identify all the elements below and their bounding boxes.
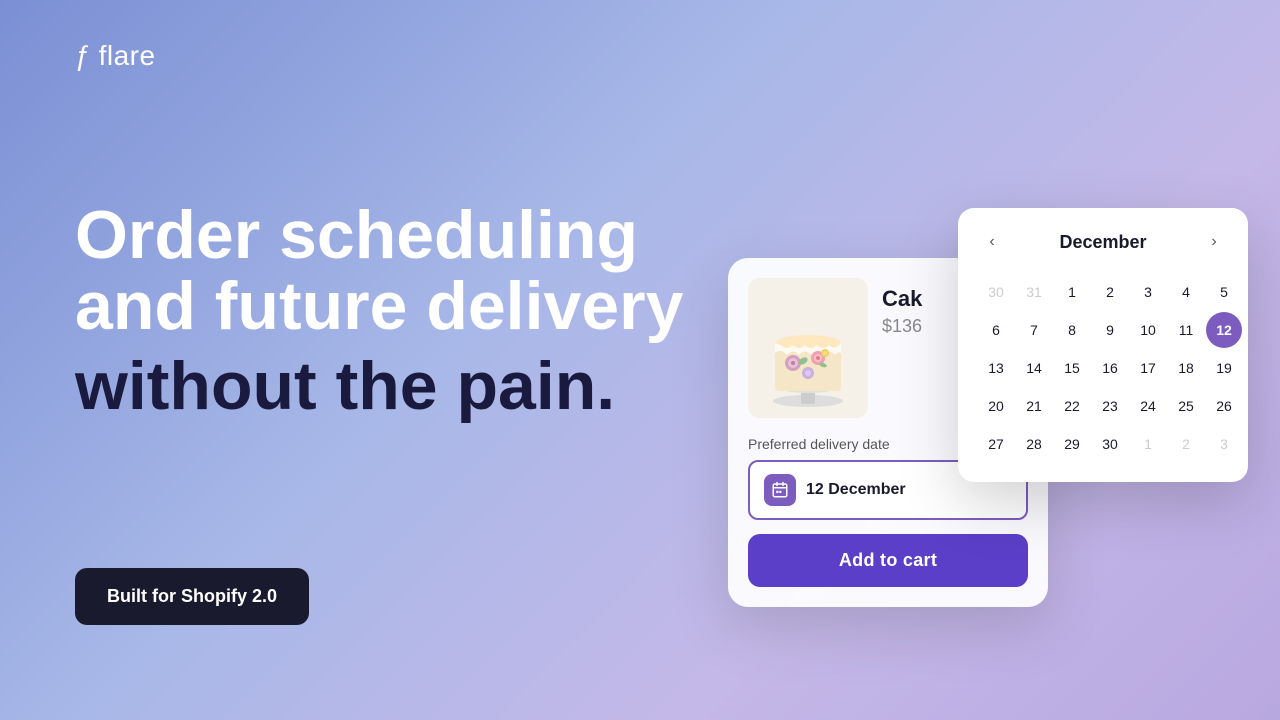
cake-image bbox=[748, 278, 868, 418]
product-price: $136 bbox=[882, 316, 922, 337]
headline-line3: without the pain. bbox=[75, 351, 695, 422]
calendar-day[interactable]: 19 bbox=[1206, 350, 1242, 386]
calendar-day[interactable]: 5 bbox=[1206, 274, 1242, 310]
cake-illustration bbox=[753, 283, 863, 413]
calendar-day[interactable]: 24 bbox=[1130, 388, 1166, 424]
calendar-day[interactable]: 21 bbox=[1016, 388, 1052, 424]
calendar-day[interactable]: 13 bbox=[978, 350, 1014, 386]
calendar-day[interactable]: 8 bbox=[1054, 312, 1090, 348]
calendar-day[interactable]: 26 bbox=[1206, 388, 1242, 424]
headline-line1: Order scheduling and future delivery bbox=[75, 200, 695, 343]
calendar-next-button[interactable]: › bbox=[1200, 228, 1228, 256]
calendar-header: ‹ December › bbox=[978, 228, 1228, 256]
calendar-day[interactable]: 15 bbox=[1054, 350, 1090, 386]
calendar-day[interactable]: 1 bbox=[1130, 426, 1166, 462]
calendar-day[interactable]: 14 bbox=[1016, 350, 1052, 386]
calendar-day[interactable]: 12 bbox=[1206, 312, 1242, 348]
calendar-day[interactable]: 3 bbox=[1206, 426, 1242, 462]
calendar-day[interactable]: 1 bbox=[1054, 274, 1090, 310]
calendar-day[interactable]: 17 bbox=[1130, 350, 1166, 386]
product-info: Cak $136 bbox=[882, 278, 922, 337]
calendar-svg bbox=[771, 481, 789, 499]
calendar-day[interactable]: 2 bbox=[1168, 426, 1204, 462]
shopify-badge: Built for Shopify 2.0 bbox=[75, 568, 309, 625]
calendar-day[interactable]: 30 bbox=[1092, 426, 1128, 462]
logo-icon: ƒ bbox=[75, 42, 91, 70]
calendar-day[interactable]: 11 bbox=[1168, 312, 1204, 348]
calendar-day[interactable]: 4 bbox=[1168, 274, 1204, 310]
calendar-day[interactable]: 28 bbox=[1016, 426, 1052, 462]
calendar-day[interactable]: 18 bbox=[1168, 350, 1204, 386]
calendar-month: December bbox=[1059, 232, 1146, 253]
calendar-grid: 3031123456789101112131415161718192021222… bbox=[978, 274, 1228, 462]
calendar-day[interactable]: 7 bbox=[1016, 312, 1052, 348]
calendar-day[interactable]: 22 bbox=[1054, 388, 1090, 424]
logo: ƒ flare bbox=[75, 40, 156, 72]
calendar-day[interactable]: 3 bbox=[1130, 274, 1166, 310]
calendar-prev-button[interactable]: ‹ bbox=[978, 228, 1006, 256]
logo-text: flare bbox=[99, 40, 156, 72]
product-name: Cak bbox=[882, 286, 922, 312]
date-value: 12 December bbox=[806, 481, 906, 499]
add-to-cart-button[interactable]: Add to cart bbox=[748, 534, 1028, 587]
headline: Order scheduling and future delivery wit… bbox=[75, 200, 695, 422]
calendar-day[interactable]: 10 bbox=[1130, 312, 1166, 348]
calendar-day[interactable]: 27 bbox=[978, 426, 1014, 462]
calendar-icon bbox=[764, 474, 796, 506]
calendar-day[interactable]: 9 bbox=[1092, 312, 1128, 348]
calendar-day[interactable]: 2 bbox=[1092, 274, 1128, 310]
calendar-day[interactable]: 31 bbox=[1016, 274, 1052, 310]
calendar-popup: ‹ December › 303112345678910111213141516… bbox=[958, 208, 1248, 482]
calendar-day[interactable]: 29 bbox=[1054, 426, 1090, 462]
calendar-day[interactable]: 6 bbox=[978, 312, 1014, 348]
calendar-day[interactable]: 30 bbox=[978, 274, 1014, 310]
calendar-day[interactable]: 25 bbox=[1168, 388, 1204, 424]
calendar-day[interactable]: 23 bbox=[1092, 388, 1128, 424]
calendar-day[interactable]: 20 bbox=[978, 388, 1014, 424]
calendar-day[interactable]: 16 bbox=[1092, 350, 1128, 386]
